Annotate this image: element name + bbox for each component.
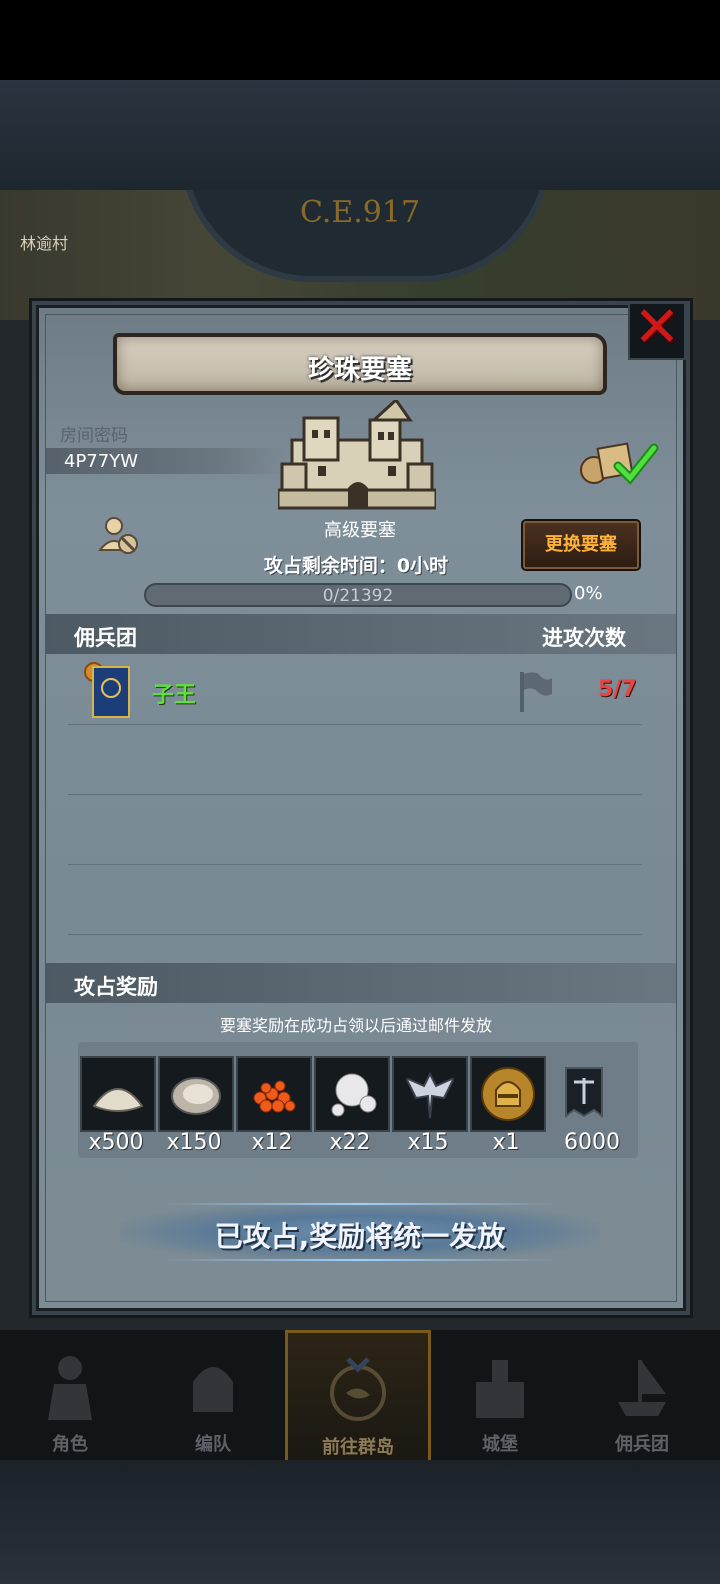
formation-icon <box>193 1367 233 1412</box>
dialog-title: 珍珠要塞 <box>307 355 412 385</box>
reward-count: 6000 <box>564 1130 620 1155</box>
background-header <box>0 80 720 190</box>
reward-count: x150 <box>166 1130 222 1155</box>
reward-item[interactable] <box>548 1056 620 1128</box>
nav-mercenary[interactable]: 佣兵团 <box>572 1330 712 1460</box>
progress-text: 0/21392 <box>322 586 394 606</box>
nav-islands[interactable]: 前往群岛 <box>285 1330 431 1466</box>
row-divider <box>68 794 642 795</box>
close-icon: ✕ <box>633 295 681 360</box>
guild-name[interactable]: 子王 <box>152 677 196 709</box>
reward-count: x1 <box>492 1130 520 1155</box>
winged-emblem-icon <box>403 1071 457 1119</box>
reward-item[interactable] <box>158 1056 234 1132</box>
nav-label: 城堡 <box>482 1434 518 1455</box>
rewards-header: 攻占奖励 <box>74 975 158 999</box>
islands-icon <box>330 1357 386 1421</box>
reward-count: x22 <box>329 1130 371 1155</box>
character-icon <box>48 1356 92 1420</box>
nav-label: 前往群岛 <box>322 1437 394 1458</box>
reward-count: x12 <box>251 1130 293 1155</box>
mercenary-ship-icon <box>618 1360 666 1416</box>
bottom-nav: 角色 编队 前往群岛 城堡 佣兵团 <box>0 1330 720 1466</box>
occupy-time: 攻占剩余时间：0小时 <box>263 555 449 577</box>
nav-label: 编队 <box>195 1434 231 1455</box>
fish-roe-icon <box>253 1080 296 1113</box>
nav-label: 角色 <box>52 1434 88 1455</box>
rewards-note: 要塞奖励在成功占领以后通过邮件发放 <box>219 1016 492 1035</box>
row-divider <box>68 724 642 725</box>
flour-pile-icon <box>92 1088 144 1112</box>
nav-character[interactable]: 角色 <box>0 1330 140 1460</box>
pearl-icon <box>331 1073 377 1117</box>
knight-helmet-coin-icon <box>481 1067 535 1121</box>
castle-icon <box>476 1360 524 1418</box>
nav-castle[interactable]: 城堡 <box>430 1330 570 1460</box>
nav-formation[interactable]: 编队 <box>143 1330 283 1460</box>
room-code[interactable]: 4P77YW <box>64 451 138 472</box>
reward-item[interactable] <box>470 1056 546 1132</box>
room-code-label: 房间密码 <box>60 426 128 446</box>
reward-count: x15 <box>407 1130 449 1155</box>
oyster-icon <box>171 1077 221 1115</box>
guild-banner-icon <box>92 666 130 718</box>
flag-icon <box>520 672 552 712</box>
claim-status-text: 已攻占,奖励将统一发放 <box>214 1220 506 1253</box>
close-button[interactable]: ✕ <box>628 298 686 360</box>
attacks-header: 进攻次数 <box>542 626 626 650</box>
progress-percent: 0% <box>574 583 603 604</box>
mercenary-header: 佣兵团 <box>74 626 137 650</box>
row-divider <box>68 934 642 935</box>
attack-count: 5/7 <box>598 677 637 702</box>
nav-label: 佣兵团 <box>615 1434 669 1455</box>
reward-item[interactable] <box>236 1056 312 1132</box>
status-bar <box>0 0 720 80</box>
reward-item[interactable] <box>80 1056 156 1132</box>
bottom-background <box>0 1460 720 1584</box>
era-label: C.E.917 <box>299 195 421 230</box>
guild-banner-currency-icon <box>565 1067 603 1118</box>
row-divider <box>68 864 642 865</box>
reward-count: x500 <box>88 1130 144 1155</box>
title-banner: 珍珠要塞 <box>113 333 607 395</box>
claim-status-banner: 已攻占,奖励将统一发放 <box>120 1203 600 1261</box>
reward-item[interactable] <box>314 1056 390 1132</box>
reward-item[interactable] <box>392 1056 468 1132</box>
village-label: 林逾村 <box>20 234 69 253</box>
castle-image <box>278 400 436 510</box>
occupy-progress-bar: 0/21392 <box>144 583 572 607</box>
supplies-check-icon[interactable] <box>578 440 660 486</box>
